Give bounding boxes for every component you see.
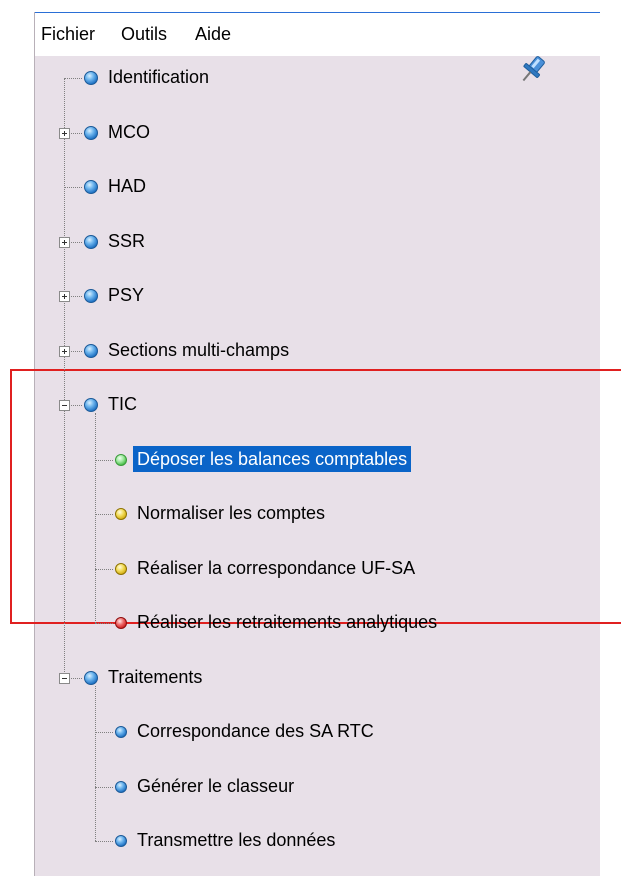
tree-item-psy[interactable]: PSY [104, 282, 148, 308]
tree-item-traitements[interactable]: Traitements [104, 664, 206, 690]
tree-connector-line [95, 732, 113, 733]
menu-fichier[interactable]: Fichier [41, 23, 95, 45]
expand-icon[interactable] [59, 291, 70, 302]
tree-connector-line [64, 187, 82, 188]
status-blue-icon [84, 180, 98, 194]
tree-connector-line [95, 786, 113, 788]
menu-bar: Fichier Outils Aide [35, 12, 600, 56]
status-blue-icon [84, 289, 98, 303]
tree-item-tic[interactable]: TIC [104, 391, 141, 417]
status-red-icon [115, 617, 127, 629]
tree-connector-line [95, 514, 113, 515]
tree-item-sections-multi-champs[interactable]: Sections multi-champs [104, 337, 293, 363]
tree-item-generer-le-classeur[interactable]: Générer le classeur [133, 773, 298, 799]
status-blue-icon [84, 670, 98, 685]
tree-item-correspondance-des-sa-rtc[interactable]: Correspondance des SA RTC [133, 718, 378, 744]
menu-outils[interactable]: Outils [121, 23, 167, 45]
expand-icon[interactable] [59, 127, 70, 139]
highlight-frame [10, 369, 621, 624]
tree-item-had[interactable]: HAD [104, 173, 150, 199]
tree-connector-line [95, 623, 113, 624]
tree-item-identification[interactable]: Identification [104, 64, 213, 90]
status-blue-icon [115, 780, 127, 793]
status-blue-icon [84, 234, 98, 249]
collapse-icon[interactable] [59, 400, 70, 411]
tree-item-realiser-la-correspondance-uf-sa[interactable]: Réaliser la correspondance UF-SA [133, 555, 419, 581]
tree-connector-line [95, 413, 96, 623]
status-yellow-icon [115, 508, 127, 520]
status-blue-icon [84, 398, 98, 412]
expand-icon[interactable] [59, 345, 70, 357]
pin-icon[interactable] [516, 52, 550, 86]
tree-connector-line [64, 78, 82, 79]
status-blue-icon [84, 71, 98, 85]
status-blue-icon [84, 125, 98, 140]
menu-aide[interactable]: Aide [195, 23, 231, 45]
status-blue-icon [115, 835, 127, 847]
tree-item-mco[interactable]: MCO [104, 119, 154, 145]
tree-connector-line [95, 459, 113, 461]
status-green-icon [115, 453, 127, 466]
tree-connector-line [95, 841, 113, 842]
status-blue-icon [84, 343, 98, 358]
status-blue-icon [115, 726, 127, 738]
tree-item-realiser-les-retraitements-analytiques[interactable]: Réaliser les retraitements analytiques [133, 609, 441, 635]
tree-connector-line [64, 78, 65, 678]
tree-connector-line [95, 685, 96, 841]
status-yellow-icon [115, 562, 127, 575]
tree-item-deposer-les-balances-comptables[interactable]: Déposer les balances comptables [133, 445, 412, 472]
tree-item-normaliser-les-comptes[interactable]: Normaliser les comptes [133, 500, 329, 526]
collapse-icon[interactable] [59, 672, 70, 684]
tree-item-ssr[interactable]: SSR [104, 228, 149, 254]
tree-connector-line [95, 568, 113, 570]
tree-item-transmettre-les-donnees[interactable]: Transmettre les données [133, 827, 339, 853]
expand-icon[interactable] [59, 236, 70, 248]
